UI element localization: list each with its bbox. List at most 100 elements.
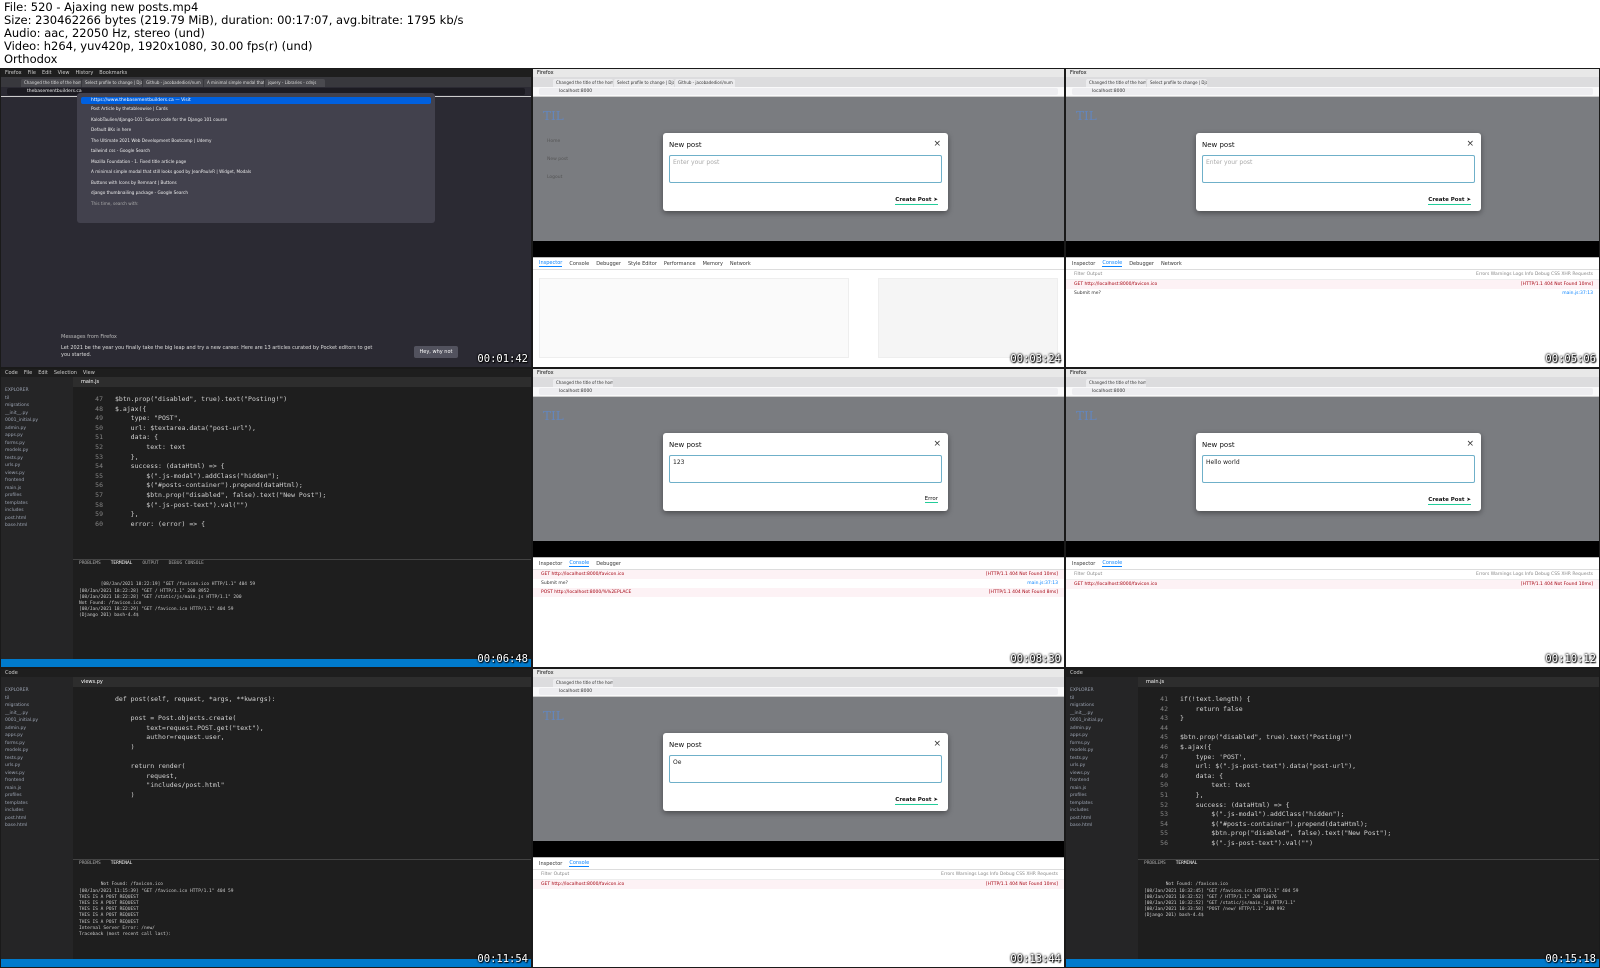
tab[interactable]: Select profile to change | Django — [1147, 79, 1207, 87]
explorer-item[interactable]: EXPLORER — [5, 387, 69, 395]
url-input[interactable]: localhost:8000 — [539, 388, 1058, 395]
site-brand[interactable]: TIL — [543, 409, 564, 423]
explorer-item[interactable]: models.py — [5, 447, 69, 455]
suggestion-highlight[interactable]: https://www.thebasementbuilders.ca — Vis… — [81, 97, 431, 104]
create-post-button[interactable]: Create Post ➤ — [895, 197, 938, 205]
hey-why-not-button[interactable]: Hey, why not — [414, 346, 458, 358]
editor-tab[interactable]: main.js — [1146, 677, 1164, 687]
tab-terminal[interactable]: TERMINAL — [111, 561, 133, 567]
create-post-button[interactable]: Create Post ➤ — [1428, 197, 1471, 205]
tab[interactable]: A minimal simple modal that s — [204, 79, 264, 87]
explorer-item[interactable]: frontend — [5, 777, 69, 785]
tab-problems[interactable]: PROBLEMS — [79, 861, 101, 867]
tab-inspector[interactable]: Inspector — [539, 561, 562, 567]
close-icon[interactable]: × — [933, 439, 941, 449]
create-post-button[interactable]: Create Post ➤ — [1428, 497, 1471, 505]
explorer-item[interactable]: profiles — [1070, 792, 1134, 800]
error-button[interactable]: Error — [924, 496, 938, 503]
explorer-item[interactable]: models.py — [5, 747, 69, 755]
explorer-item[interactable]: tests.py — [5, 455, 69, 463]
url-input[interactable]: localhost:8000 — [1072, 88, 1593, 95]
tab-console[interactable]: Console — [569, 560, 590, 567]
site-brand[interactable]: TIL — [1076, 109, 1097, 123]
nav-new-post[interactable]: New post — [547, 157, 568, 162]
suggestion[interactable]: Buttons with Icons by Remnant | Buttons — [81, 178, 431, 189]
explorer-item[interactable]: profiles — [5, 792, 69, 800]
explorer-item[interactable]: apps.py — [5, 732, 69, 740]
site-brand[interactable]: TIL — [543, 109, 564, 123]
suggestion[interactable]: The Ultimate 2021 Web Development Bootca… — [81, 136, 431, 147]
explorer-item[interactable]: 0001_initial.py — [5, 717, 69, 725]
explorer-item[interactable]: forms.py — [1070, 740, 1134, 748]
tab[interactable]: Changed the title of the homepage — [1086, 79, 1146, 87]
explorer-item[interactable]: urls.py — [1070, 762, 1134, 770]
tab[interactable]: jquery - Libraries - cdnjs — [265, 79, 325, 87]
explorer-item[interactable]: urls.py — [5, 762, 69, 770]
explorer-item[interactable]: admin.py — [5, 725, 69, 733]
explorer-item[interactable]: templates — [5, 800, 69, 808]
tab-debugger[interactable]: Debugger — [1129, 261, 1154, 267]
menu-bookmarks[interactable]: Bookmarks — [99, 69, 127, 77]
terminal[interactable]: PROBLEMS TERMINAL Not Found: /favicon.ic… — [1138, 859, 1599, 959]
explorer-item[interactable]: admin.py — [1070, 725, 1134, 733]
tab-output[interactable]: OUTPUT — [142, 561, 158, 567]
explorer-item[interactable]: main.js — [5, 485, 69, 493]
tab-style-editor[interactable]: Style Editor — [628, 261, 657, 267]
post-textarea[interactable]: Hello world — [1202, 455, 1475, 483]
menu-history[interactable]: History — [76, 69, 94, 77]
editor-tab[interactable]: views.py — [81, 677, 103, 687]
create-post-button[interactable]: Create Post ➤ — [895, 797, 938, 805]
explorer-item[interactable]: views.py — [5, 470, 69, 478]
explorer-item[interactable]: post.html — [5, 815, 69, 823]
explorer-item[interactable]: templates — [1070, 800, 1134, 808]
code-view[interactable]: def post(self, request, *args, **kwargs)… — [73, 695, 531, 855]
menu-file[interactable]: File — [28, 69, 36, 77]
explorer-item[interactable]: frontend — [5, 477, 69, 485]
explorer-item[interactable]: __init__.py — [5, 410, 69, 418]
terminal[interactable]: PROBLEMS TERMINAL Not Found: /favicon.ic… — [73, 859, 531, 959]
tab-console[interactable]: Console — [569, 261, 589, 267]
tab[interactable]: Changed the title of the homepage — [21, 79, 81, 87]
suggestion[interactable]: Mozilla Foundation - 1. Fixed title arti… — [81, 157, 431, 168]
menu-edit[interactable]: Edit — [38, 369, 48, 377]
post-textarea[interactable]: Enter your post — [1202, 155, 1475, 183]
menu-selection[interactable]: Selection — [54, 369, 77, 377]
explorer-item[interactable]: post.html — [1070, 815, 1134, 823]
explorer-item[interactable]: base.html — [5, 522, 69, 530]
explorer-item[interactable]: frontend — [1070, 777, 1134, 785]
tab[interactable]: Changed the title of the homepage — [553, 679, 613, 687]
code-view[interactable]: 41 if(!text.length) {42 return false 43} 44… — [1138, 695, 1599, 855]
close-icon[interactable]: × — [1466, 439, 1474, 449]
tab-debugger[interactable]: Debugger — [596, 261, 621, 267]
menu-edit[interactable]: Edit — [42, 69, 52, 77]
explorer-item[interactable]: migrations — [5, 702, 69, 710]
tab[interactable]: Changed the title of the homepage — [553, 79, 613, 87]
explorer-item[interactable]: main.js — [5, 785, 69, 793]
console-filter[interactable]: Filter Output Errors Warnings Logs Info D… — [1066, 270, 1599, 280]
tab-problems[interactable]: PROBLEMS — [79, 561, 101, 567]
tab-terminal[interactable]: TERMINAL — [111, 861, 133, 867]
close-icon[interactable]: × — [1466, 139, 1474, 149]
menu-view[interactable]: View — [83, 369, 95, 377]
tab-memory[interactable]: Memory — [703, 261, 723, 267]
explorer-item[interactable]: __init__.py — [5, 710, 69, 718]
explorer-item[interactable]: __init__.py — [1070, 710, 1134, 718]
tab-inspector[interactable]: Inspector — [1072, 261, 1095, 267]
explorer-item[interactable]: 0001_initial.py — [1070, 717, 1134, 725]
explorer-item[interactable]: post.html — [5, 515, 69, 523]
tab-terminal[interactable]: TERMINAL — [1176, 861, 1198, 867]
code-view[interactable]: 47 $btn.prop("disabled", true).text("Post… — [73, 395, 531, 555]
site-brand[interactable]: TIL — [1076, 409, 1097, 423]
tab-inspector[interactable]: Inspector — [539, 861, 562, 867]
console-filter[interactable]: Filter Output Errors Warnings Logs Info D… — [1066, 570, 1599, 580]
explorer-item[interactable]: forms.py — [5, 440, 69, 448]
tab-console[interactable]: Console — [1102, 560, 1123, 567]
explorer-item[interactable]: til — [5, 395, 69, 403]
explorer-item[interactable]: apps.py — [1070, 732, 1134, 740]
post-textarea[interactable]: 123 — [669, 455, 942, 483]
explorer-item[interactable]: tests.py — [5, 755, 69, 763]
suggestion[interactable]: Post Article by thetableowise | Cards — [81, 104, 431, 115]
tab-debugger[interactable]: Debugger — [596, 561, 621, 567]
suggestion[interactable]: Default 8Ks in here — [81, 125, 431, 136]
explorer-item[interactable]: EXPLORER — [1070, 687, 1134, 695]
